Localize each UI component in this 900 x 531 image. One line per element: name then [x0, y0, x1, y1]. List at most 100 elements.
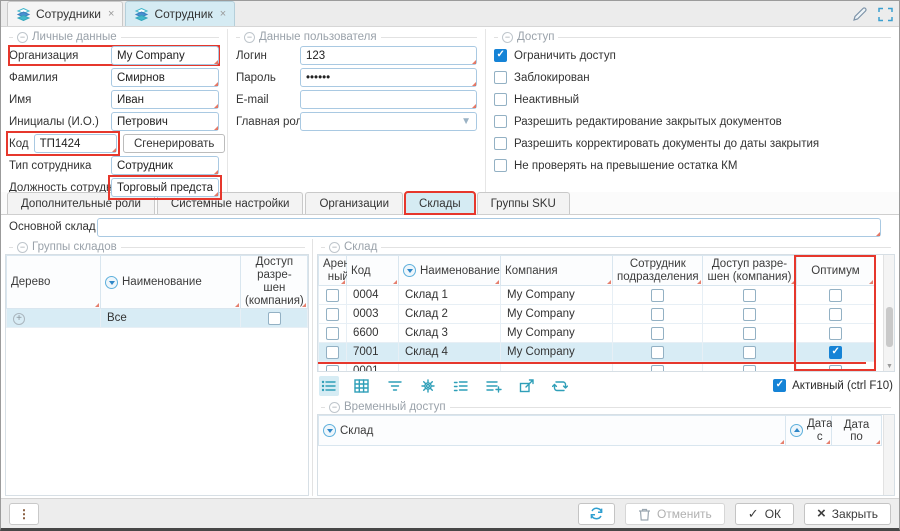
- expand-fullscreen-icon[interactable]: [878, 7, 893, 22]
- rented-checkbox[interactable]: [326, 346, 339, 359]
- column-header-optimum[interactable]: Оптимум: [797, 256, 875, 286]
- open-external-icon[interactable]: [517, 376, 537, 396]
- department-checkbox[interactable]: [651, 308, 664, 321]
- vertical-scrollbar[interactable]: ▼: [883, 255, 894, 371]
- rented-checkbox[interactable]: [326, 308, 339, 321]
- sort-asc-icon[interactable]: [790, 424, 803, 437]
- tab-employees[interactable]: Сотрудники ×: [7, 1, 123, 26]
- department-checkbox[interactable]: [651, 346, 664, 359]
- active-checkbox[interactable]: [773, 379, 786, 392]
- inactive-checkbox[interactable]: [494, 93, 507, 106]
- initials-field[interactable]: [111, 112, 219, 131]
- column-header-date-to[interactable]: Дата по: [832, 416, 882, 446]
- sort-desc-icon[interactable]: [323, 424, 336, 437]
- column-header-warehouse[interactable]: Склад: [319, 416, 786, 446]
- vertical-scrollbar[interactable]: [883, 415, 894, 495]
- collapse-group-icon[interactable]: −: [329, 242, 340, 253]
- rented-checkbox[interactable]: [326, 289, 339, 302]
- scrollbar-thumb[interactable]: [886, 307, 893, 347]
- optimum-checkbox[interactable]: [829, 289, 842, 302]
- collapse-group-icon[interactable]: −: [329, 402, 340, 413]
- employee-code-field[interactable]: [34, 134, 117, 153]
- filter-icon[interactable]: [385, 376, 405, 396]
- view-list-icon[interactable]: [319, 376, 339, 396]
- add-row-icon[interactable]: [484, 376, 504, 396]
- warehouse-row[interactable]: 6600 Склад 3 My Company: [319, 324, 875, 343]
- group-name-cell: Все: [101, 309, 241, 328]
- access-allowed-checkbox[interactable]: [743, 289, 756, 302]
- tab-organizations[interactable]: Организации: [305, 192, 403, 214]
- column-header-name[interactable]: Наименование: [101, 256, 241, 309]
- department-checkbox[interactable]: [651, 365, 664, 373]
- group-access-checkbox[interactable]: [268, 312, 281, 325]
- position-field[interactable]: [111, 178, 219, 197]
- optimum-checkbox[interactable]: [829, 327, 842, 340]
- collapse-group-icon[interactable]: −: [502, 32, 513, 43]
- access-allowed-checkbox[interactable]: [743, 365, 756, 373]
- sort-desc-icon[interactable]: [105, 276, 118, 289]
- detail-list-icon[interactable]: [451, 376, 471, 396]
- km-balance-checkbox[interactable]: [494, 159, 507, 172]
- column-header-code[interactable]: Код: [347, 256, 399, 286]
- restrict-access-checkbox[interactable]: [494, 49, 507, 62]
- lastname-field[interactable]: [111, 68, 219, 87]
- department-checkbox[interactable]: [651, 289, 664, 302]
- more-actions-button[interactable]: ⋮: [9, 503, 39, 525]
- password-field[interactable]: [300, 68, 477, 87]
- column-header-rented[interactable]: Арен-ный: [319, 256, 347, 286]
- generate-code-button[interactable]: Сгенерировать: [123, 134, 225, 153]
- warehouse-group-row[interactable]: + Все: [7, 309, 308, 328]
- column-header-access[interactable]: Доступ разре-шен (компания): [241, 256, 308, 309]
- main-warehouse-field[interactable]: [97, 218, 881, 237]
- sort-desc-icon[interactable]: [403, 264, 416, 277]
- edit-closed-docs-checkbox[interactable]: [494, 115, 507, 128]
- correct-docs-checkbox[interactable]: [494, 137, 507, 150]
- column-header-name[interactable]: Наименование: [399, 256, 501, 286]
- blocked-checkbox[interactable]: [494, 71, 507, 84]
- warehouse-groups-grid: Дерево Наименование Доступ разре-шен (ко…: [5, 254, 309, 496]
- organization-field[interactable]: [111, 46, 219, 65]
- access-allowed-checkbox[interactable]: [743, 346, 756, 359]
- column-header-tree[interactable]: Дерево: [7, 256, 101, 309]
- column-header-department[interactable]: Сотрудникподразделения: [613, 256, 703, 286]
- employee-type-field[interactable]: [111, 156, 219, 175]
- warehouse-row[interactable]: 0003 Склад 2 My Company: [319, 305, 875, 324]
- edit-pencil-icon[interactable]: [852, 6, 868, 22]
- column-header-access[interactable]: Доступ разре-шен (компания): [703, 256, 797, 286]
- email-field[interactable]: [300, 90, 477, 109]
- settings-gear-icon[interactable]: [418, 376, 438, 396]
- collapse-group-icon[interactable]: −: [17, 242, 28, 253]
- optimum-checkbox[interactable]: [829, 346, 842, 359]
- warehouse-row[interactable]: 7001 Склад 4 My Company: [319, 343, 875, 362]
- rented-checkbox[interactable]: [326, 327, 339, 340]
- close-button[interactable]: × Закрыть: [804, 503, 891, 525]
- optimum-checkbox[interactable]: [829, 308, 842, 321]
- repeat-icon[interactable]: [550, 376, 570, 396]
- name-cell: Склад 1: [399, 286, 501, 305]
- collapse-group-icon[interactable]: −: [17, 32, 28, 43]
- column-header-company[interactable]: Компания: [501, 256, 613, 286]
- ok-button[interactable]: ✓ ОК: [735, 503, 794, 525]
- refresh-button[interactable]: [578, 503, 615, 525]
- column-header-date-from[interactable]: Датас: [786, 416, 832, 446]
- scroll-down-arrow-icon[interactable]: ▼: [886, 363, 893, 370]
- optimum-checkbox[interactable]: [829, 365, 842, 373]
- main-role-select[interactable]: ▼: [300, 112, 477, 131]
- tab-sku-groups[interactable]: Группы SKU: [477, 192, 570, 214]
- collapse-group-icon[interactable]: −: [244, 32, 255, 43]
- warehouse-row[interactable]: 0004 Склад 1 My Company: [319, 286, 875, 305]
- close-tab-icon[interactable]: ×: [108, 8, 114, 20]
- cancel-button[interactable]: Отменить: [625, 503, 725, 525]
- expand-node-icon[interactable]: +: [13, 313, 25, 325]
- tab-employee[interactable]: Сотрудник ×: [125, 1, 235, 26]
- rented-checkbox[interactable]: [326, 365, 339, 373]
- close-tab-icon[interactable]: ×: [220, 8, 226, 20]
- access-allowed-checkbox[interactable]: [743, 308, 756, 321]
- access-allowed-checkbox[interactable]: [743, 327, 756, 340]
- login-field[interactable]: [300, 46, 477, 65]
- firstname-field[interactable]: [111, 90, 219, 109]
- warehouse-row[interactable]: 0001: [319, 362, 875, 373]
- department-checkbox[interactable]: [651, 327, 664, 340]
- grid-view-icon[interactable]: [352, 376, 372, 396]
- tab-warehouses[interactable]: Склады: [405, 192, 475, 214]
